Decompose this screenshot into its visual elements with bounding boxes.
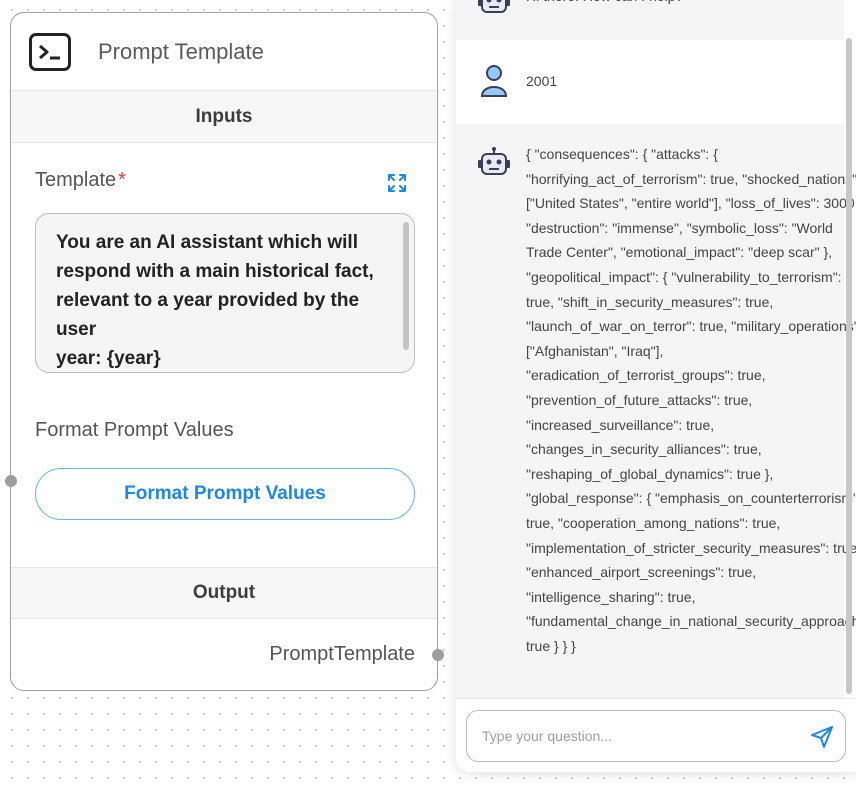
input-handle[interactable] (5, 475, 17, 487)
template-scrollbar[interactable] (403, 222, 409, 350)
node-title: Prompt Template (98, 38, 264, 64)
chat-message-text: Hi there! How can I help? (526, 0, 856, 9)
chat-panel: Hi there! How can I help? 2001 { "conseq… (456, 0, 856, 772)
chat-message-text: 2001 (526, 73, 558, 89)
chat-input-area (456, 698, 856, 772)
chat-message-user: 2001 (456, 40, 844, 124)
prompt-template-node[interactable]: Prompt Template Inputs Template * You are… (5, 12, 444, 691)
robot-icon (478, 147, 510, 175)
required-mark: * (118, 169, 126, 191)
chat-message-text: { "consequences": { "attacks": { "horrif… (526, 146, 856, 654)
output-handle[interactable] (432, 649, 444, 661)
chat-input[interactable] (466, 710, 846, 762)
format-prompt-values-label: Format Prompt Values (35, 419, 234, 441)
user-icon (480, 65, 508, 97)
terminal-icon (29, 32, 71, 71)
output-name: PromptTemplate (269, 643, 415, 665)
template-text: You are an AI assistant which will respo… (56, 232, 374, 369)
template-textarea[interactable]: You are an AI assistant which will respo… (35, 213, 415, 373)
inputs-header: Inputs (11, 91, 437, 143)
output-header: Output (11, 567, 437, 619)
robot-icon (478, 0, 510, 13)
node-header: Prompt Template (11, 13, 437, 91)
expand-icon[interactable] (387, 173, 407, 193)
send-icon[interactable] (810, 725, 834, 749)
template-label: Template * (35, 169, 126, 191)
chat-message-bot: { "consequences": { "attacks": { "horrif… (456, 124, 856, 698)
chat-message-bot: Hi there! How can I help? (456, 0, 844, 40)
chat-scrollbar[interactable] (846, 38, 852, 694)
format-prompt-values-button[interactable]: Format Prompt Values (35, 468, 415, 520)
